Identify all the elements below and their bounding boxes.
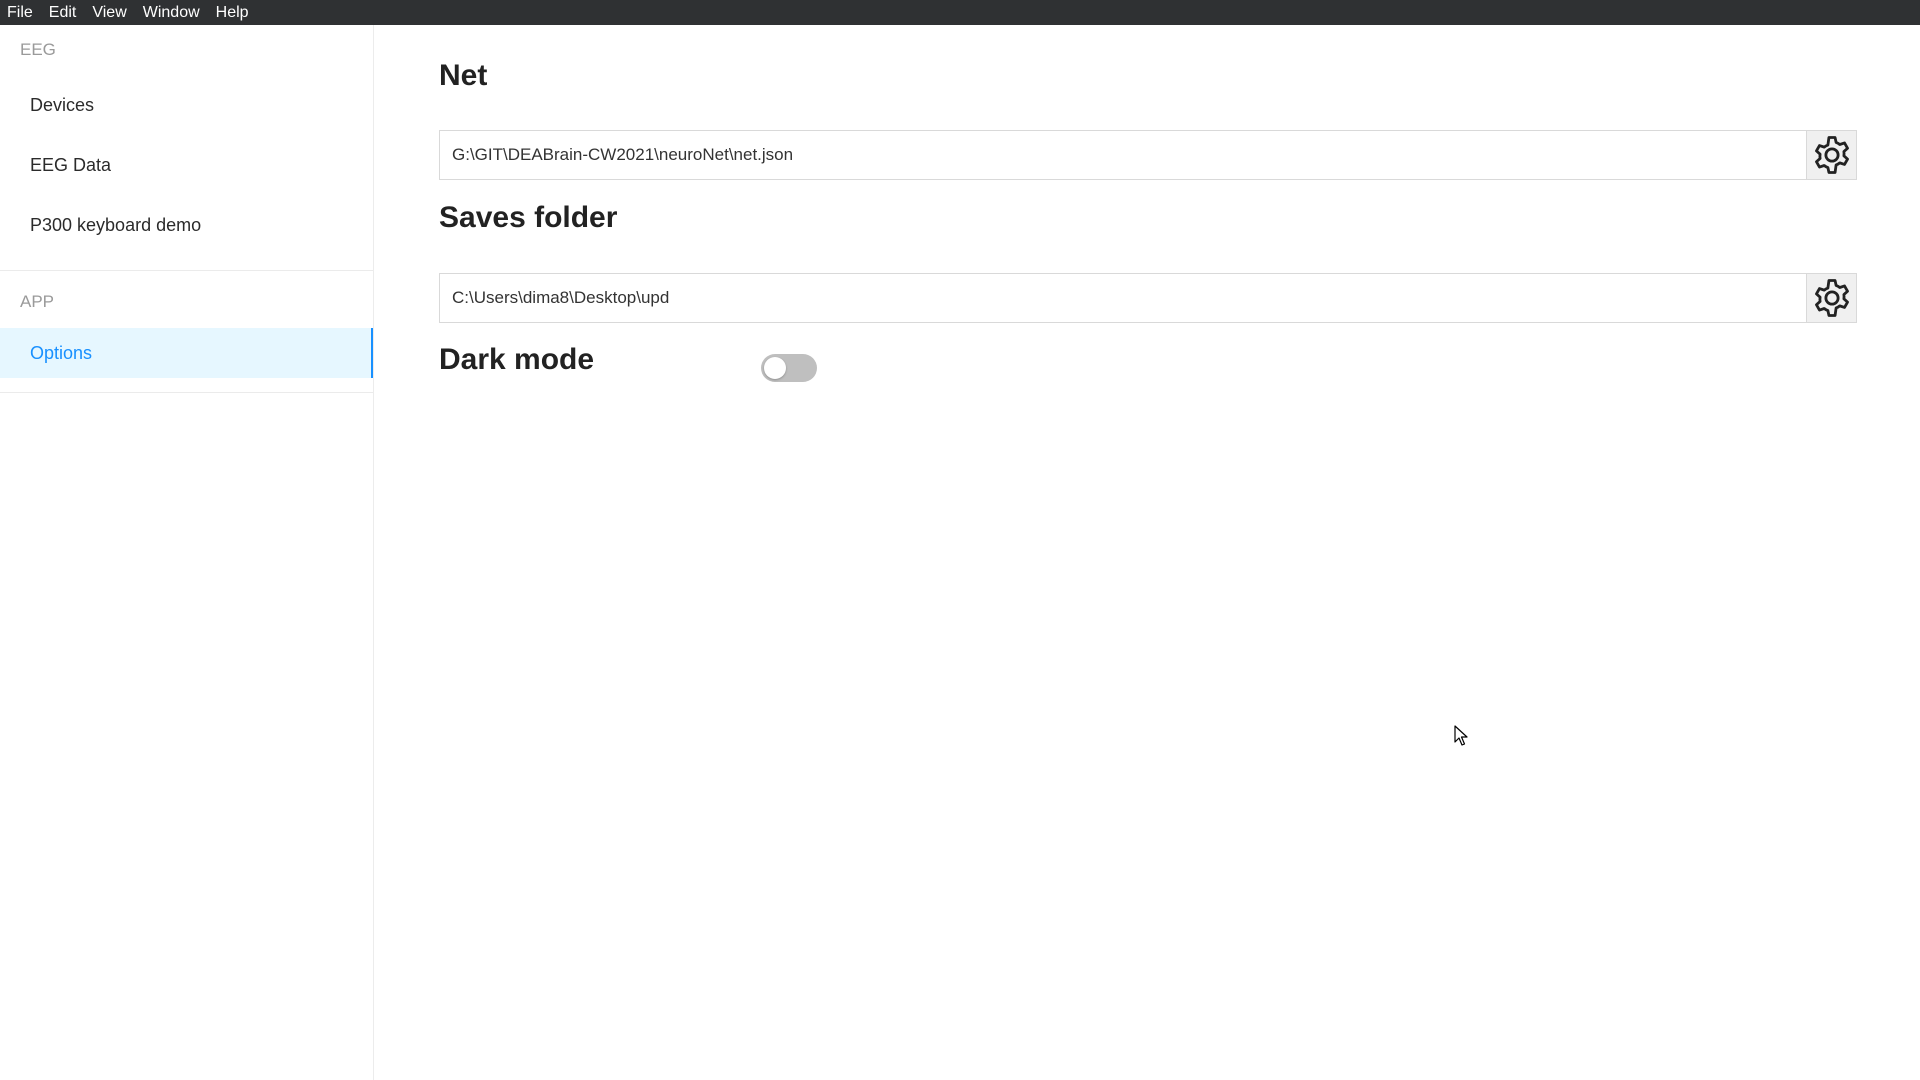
gear-icon <box>1814 136 1849 174</box>
sidebar-divider <box>0 392 373 393</box>
dark-mode-title: Dark mode <box>439 343 595 376</box>
sidebar-item-eeg-data[interactable]: EEG Data <box>0 135 373 195</box>
menu-help[interactable]: Help <box>211 0 254 25</box>
sidebar: EEG Devices EEG Data P300 keyboard demo … <box>0 25 374 1080</box>
sidebar-divider <box>0 270 373 271</box>
menu-bar: File Edit View Window Help <box>0 0 1920 25</box>
dark-mode-toggle[interactable] <box>761 354 817 382</box>
sidebar-item-p300-keyboard-demo[interactable]: P300 keyboard demo <box>0 195 373 255</box>
net-path-row <box>439 130 1857 180</box>
sidebar-item-options[interactable]: Options <box>0 328 373 378</box>
net-settings-button[interactable] <box>1806 131 1856 179</box>
sidebar-group-app: APP Options <box>0 276 373 378</box>
toggle-knob <box>764 357 786 379</box>
sidebar-group-eeg: EEG Devices EEG Data P300 keyboard demo <box>0 25 373 255</box>
gear-icon <box>1814 279 1849 317</box>
net-path-input[interactable] <box>440 131 1806 179</box>
saves-folder-title: Saves folder <box>439 201 618 234</box>
menu-window[interactable]: Window <box>138 0 205 25</box>
net-title: Net <box>439 59 488 92</box>
sidebar-section-eeg: EEG <box>20 40 56 59</box>
saves-folder-path-row <box>439 273 1857 323</box>
menu-file[interactable]: File <box>2 0 38 25</box>
menu-view[interactable]: View <box>87 0 131 25</box>
sidebar-item-devices[interactable]: Devices <box>0 75 373 135</box>
options-panel: Net Saves folder Dark mode <box>375 25 1920 1080</box>
menu-edit[interactable]: Edit <box>44 0 82 25</box>
mouse-cursor-icon <box>1454 725 1468 746</box>
sidebar-section-app: APP <box>20 292 55 311</box>
saves-folder-path-input[interactable] <box>440 274 1806 322</box>
saves-folder-settings-button[interactable] <box>1806 274 1856 322</box>
